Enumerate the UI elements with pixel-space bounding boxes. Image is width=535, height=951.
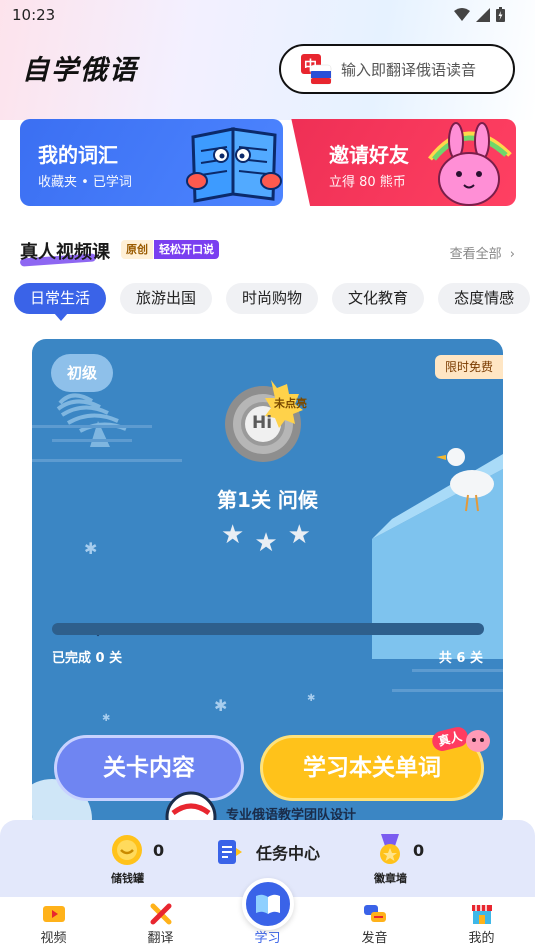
svg-text:✱: ✱ [102,713,110,724]
tab-shopping[interactable]: 时尚购物 [226,283,319,314]
medal-hi-text: Hi [252,413,273,433]
nav-label-video: 视频 [40,931,67,946]
tab-culture-education[interactable]: 文化教育 [332,283,425,314]
not-lit-tag: 未点亮 [274,397,307,410]
view-all-label: 查看全部 [449,247,502,262]
tab-travel[interactable]: 旅游出国 [120,283,213,314]
level-badge: 初级 [51,354,113,392]
bunny-mascot-icon [428,122,512,206]
book-mascot-icon [186,127,282,203]
nav-translate[interactable]: 翻译 [107,897,214,951]
category-tabs: 日常生活 旅游出国 时尚购物 文化教育 态度情感 [14,283,531,321]
app-title: 自学俄语 [22,55,138,86]
svg-text:✱: ✱ [84,539,97,558]
signal-icon [476,7,490,22]
lesson-title: 第1关 问候 [217,488,318,512]
speech-bubbles-icon [363,905,386,922]
tab-daily-life[interactable]: 日常生活 [14,283,107,321]
nav-video[interactable]: 视频 [0,897,107,951]
my-vocabulary-card[interactable]: 我的词汇 收藏夹 • 已学词 [20,119,283,206]
lesson-medal: Hi 未点亮 [219,376,319,466]
translate-search-box[interactable]: 中 输入即翻译俄语读音 [279,44,515,94]
flag-char: 中 [304,59,318,74]
badge-wall-count: 0 [413,840,425,860]
piggy-bank-count: 0 [153,840,165,860]
original-badge: 原创 [121,240,153,259]
open-book-icon [255,894,280,914]
completed-count-text: 已完成 0 关 [52,651,123,666]
piggy-bank-icon [112,835,142,865]
task-center-label: 任务中心 [256,844,321,863]
easy-speaking-badge: 轻松开口说 [154,240,219,259]
promo-title-vocab: 我的词汇 [38,143,118,167]
status-icons [454,7,505,22]
piggy-bank-item[interactable]: 0 [111,834,164,866]
search-placeholder: 输入即翻译俄语读音 [341,60,477,79]
battery-icon [496,7,505,22]
tab-attitude-emotion[interactable]: 态度情感 [438,283,531,314]
chevron-right-icon: › [509,247,515,262]
invite-friends-card[interactable]: 邀请好友 立得 80 熊币 [291,119,516,206]
wifi-icon [454,7,470,21]
star-icon: ★ [254,528,278,558]
nav-label-mine: 我的 [468,931,495,946]
lesson-stars: ★ ★ ★ [221,522,311,556]
status-bar: 10:23 [0,0,535,30]
lesson-progress-bar [52,623,484,635]
task-center-item[interactable]: 任务中心 [216,838,320,866]
bottom-navigation: 视频 翻译 学习 发音 我的 [0,878,535,951]
promo-title-invite: 邀请好友 [329,143,409,167]
promo-subtitle-invite: 立得 80 熊币 [329,175,406,190]
status-time: 10:23 [12,6,56,24]
octopus-mascot-icon [466,730,490,752]
task-list-icon [218,840,242,864]
view-all-link[interactable]: 查看全部 › [450,243,515,262]
nav-mine[interactable]: 我的 [428,897,535,951]
nav-study[interactable]: 学习 [214,878,321,951]
star-icon: ★ [287,520,311,550]
video-icon [42,906,65,922]
promo-subtitle-vocab: 收藏夹 • 已学词 [38,175,132,190]
lesson-card[interactable]: ✱ ✱ ✱ ✱ 初级 限时免费 Hi 未点亮 第1关 问候 ★ ★ ★ 已完成 … [32,339,503,829]
badge-wall-item[interactable]: 0 [377,834,424,866]
badge-medal-icon [380,834,400,864]
total-count-text: 共 6 关 [438,651,483,666]
svg-text:✱: ✱ [307,693,315,704]
star-icon: ★ [221,520,245,550]
shop-profile-icon [471,905,492,924]
piggy-bank-label: 储钱罐 [111,872,144,885]
nav-pronunciation[interactable]: 发音 [321,897,428,951]
svg-text:✱: ✱ [214,696,227,715]
nav-label-pronunciation: 发音 [361,931,388,946]
nav-label-translate: 翻译 [147,931,174,946]
study-button-circle [241,878,294,930]
language-flag-icon: 中 [299,52,333,86]
translate-icon [150,903,171,925]
limited-free-badge: 限时免费 [434,355,503,379]
badge-wall-label: 徽章墙 [374,872,407,885]
video-section-title: 真人视频课 [20,242,110,263]
